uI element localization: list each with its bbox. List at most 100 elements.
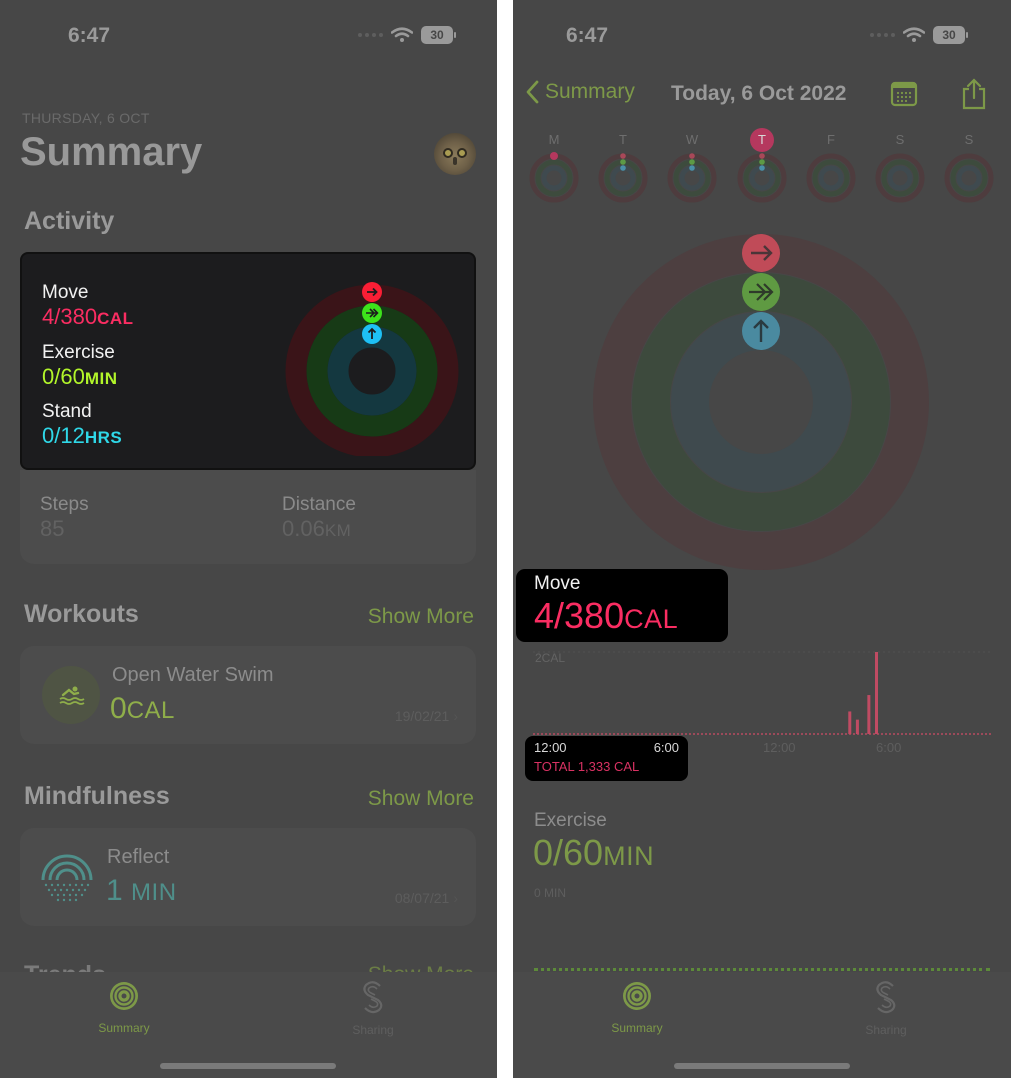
sharing-icon bbox=[876, 981, 896, 1014]
mini-activity-rings[interactable] bbox=[736, 152, 788, 204]
workouts-show-more-link[interactable]: Show More bbox=[368, 605, 474, 629]
sharing-icon bbox=[363, 981, 383, 1014]
wifi-icon bbox=[903, 27, 925, 42]
move-value-number: 4/380 bbox=[42, 304, 98, 329]
workout-value: 0CAL bbox=[110, 692, 175, 726]
mindfulness-list-item[interactable]: Reflect 1 MIN 08/07/21 › bbox=[20, 828, 476, 926]
tab-sharing[interactable]: Sharing bbox=[826, 980, 946, 1037]
workout-date: 19/02/21 › bbox=[395, 708, 458, 724]
workout-list-item[interactable]: Open Water Swim 0CAL 19/02/21 › bbox=[20, 646, 476, 744]
summary-screen: 6:47 30 THURSDAY, 6 OCT Summary Activity… bbox=[0, 0, 497, 1078]
swim-icon bbox=[42, 666, 100, 724]
distance-value: 0.06KM bbox=[282, 516, 351, 542]
stand-value: 0/12HRS bbox=[42, 423, 122, 449]
mini-activity-rings[interactable] bbox=[805, 152, 857, 204]
wifi-icon bbox=[391, 27, 413, 42]
activity-rings bbox=[285, 282, 459, 456]
chart-x-tick: 12:00 bbox=[763, 740, 796, 755]
activity-section-title: Activity bbox=[24, 207, 115, 235]
stand-value-number: 0/12 bbox=[42, 423, 85, 448]
mindfulness-value-number: 1 bbox=[106, 874, 123, 907]
activity-rings-icon bbox=[623, 982, 651, 1010]
mindfulness-date: 08/07/21 › bbox=[395, 890, 458, 906]
workout-value-unit: CAL bbox=[126, 697, 175, 724]
chart-bar bbox=[855, 719, 859, 734]
week-day-wed[interactable]: W bbox=[680, 128, 704, 152]
move-value-unit: CAL bbox=[97, 309, 134, 328]
home-indicator[interactable] bbox=[160, 1063, 336, 1069]
activity-rings-large bbox=[593, 234, 929, 570]
share-icon[interactable] bbox=[960, 77, 988, 111]
week-day-fri[interactable]: F bbox=[819, 128, 843, 152]
mindfulness-date-text: 08/07/21 bbox=[394, 890, 450, 906]
tab-summary[interactable]: Summary bbox=[64, 980, 184, 1035]
home-indicator[interactable] bbox=[674, 1063, 850, 1069]
tab-bar: Summary Sharing bbox=[0, 972, 497, 1078]
move-label: Move bbox=[534, 573, 581, 594]
stand-arrow-icon bbox=[742, 312, 780, 350]
week-day-sat[interactable]: S bbox=[888, 128, 912, 152]
calendar-icon[interactable] bbox=[890, 80, 918, 108]
mindfulness-section-title: Mindfulness bbox=[24, 782, 170, 810]
chart-bar bbox=[867, 695, 871, 734]
activity-card[interactable]: Move 4/380CAL Exercise 0/60MIN Stand 0/1… bbox=[20, 252, 476, 470]
battery-indicator: 30 bbox=[933, 26, 968, 44]
mini-activity-rings[interactable] bbox=[943, 152, 995, 204]
stand-ring-track bbox=[671, 312, 851, 492]
back-button[interactable]: Summary bbox=[525, 80, 635, 104]
tab-bar: Summary Sharing bbox=[513, 972, 1011, 1078]
distance-label: Distance bbox=[282, 494, 356, 515]
cellular-signal-icon bbox=[358, 33, 383, 37]
tab-summary-label: Summary bbox=[98, 1021, 150, 1035]
tab-summary-label: Summary bbox=[611, 1021, 663, 1035]
chevron-right-icon: › bbox=[453, 708, 458, 724]
move-value-number: 4/380 bbox=[534, 595, 625, 636]
back-button-label: Summary bbox=[545, 80, 635, 103]
chart-x-tick: 6:00 bbox=[876, 740, 902, 755]
steps-distance-card[interactable]: Steps 85 Distance 0.06KM bbox=[20, 470, 476, 564]
activity-detail-screen: 6:47 30 Summary Today, 6 Oct 2022 M T W … bbox=[513, 0, 1011, 1078]
mini-activity-rings[interactable] bbox=[874, 152, 926, 204]
tab-sharing[interactable]: Sharing bbox=[313, 980, 433, 1037]
mini-activity-rings[interactable] bbox=[666, 152, 718, 204]
exercise-value-number: 0/60 bbox=[42, 364, 85, 389]
mindfulness-value: 1 MIN bbox=[106, 874, 177, 908]
page-title: Summary bbox=[20, 130, 203, 174]
chevron-right-icon: › bbox=[453, 890, 458, 906]
stand-ring-track bbox=[327, 326, 417, 416]
move-total-label: TOTAL 1,333 CAL bbox=[534, 759, 640, 774]
chart-x-tick: 6:00 bbox=[653, 740, 679, 755]
status-time: 6:47 bbox=[566, 24, 609, 47]
exercise-chart-y-label: 0 MIN bbox=[534, 886, 567, 900]
battery-indicator: 30 bbox=[421, 26, 456, 44]
exercise-chart-baseline bbox=[534, 968, 990, 971]
exercise-value-unit: MIN bbox=[84, 369, 118, 388]
nav-title: Today, 6 Oct 2022 bbox=[671, 82, 847, 105]
week-day-mon[interactable]: M bbox=[542, 128, 566, 152]
workout-date-text: 19/02/21 bbox=[394, 708, 450, 724]
move-value: 4/380CAL bbox=[534, 595, 678, 637]
owl-eye-icon bbox=[457, 148, 467, 158]
stand-arrow-icon bbox=[362, 324, 382, 344]
mini-activity-rings[interactable] bbox=[597, 152, 649, 204]
mindfulness-show-more-link[interactable]: Show More bbox=[368, 787, 474, 811]
week-day-sun[interactable]: S bbox=[957, 128, 981, 152]
mini-activity-rings[interactable] bbox=[528, 152, 580, 204]
chart-y-max-label: 2CAL bbox=[535, 651, 566, 665]
cellular-signal-icon bbox=[870, 33, 895, 37]
stand-label: Stand bbox=[42, 401, 92, 422]
move-value: 4/380CAL bbox=[42, 304, 134, 330]
week-day-tue[interactable]: T bbox=[611, 128, 635, 152]
steps-value: 85 bbox=[40, 516, 65, 541]
status-icons: 30 bbox=[358, 26, 456, 44]
workout-value-number: 0 bbox=[110, 692, 127, 725]
exercise-arrow-icon bbox=[362, 303, 382, 323]
tab-sharing-label: Sharing bbox=[865, 1023, 907, 1037]
avatar[interactable] bbox=[434, 133, 476, 175]
workouts-section-title: Workouts bbox=[24, 600, 139, 628]
chevron-left-icon bbox=[526, 80, 539, 104]
week-day-thu-today[interactable]: T bbox=[750, 128, 774, 152]
exercise-value: 0/60MIN bbox=[42, 364, 118, 390]
stand-value-unit: HRS bbox=[84, 428, 123, 447]
tab-summary[interactable]: Summary bbox=[577, 980, 697, 1035]
